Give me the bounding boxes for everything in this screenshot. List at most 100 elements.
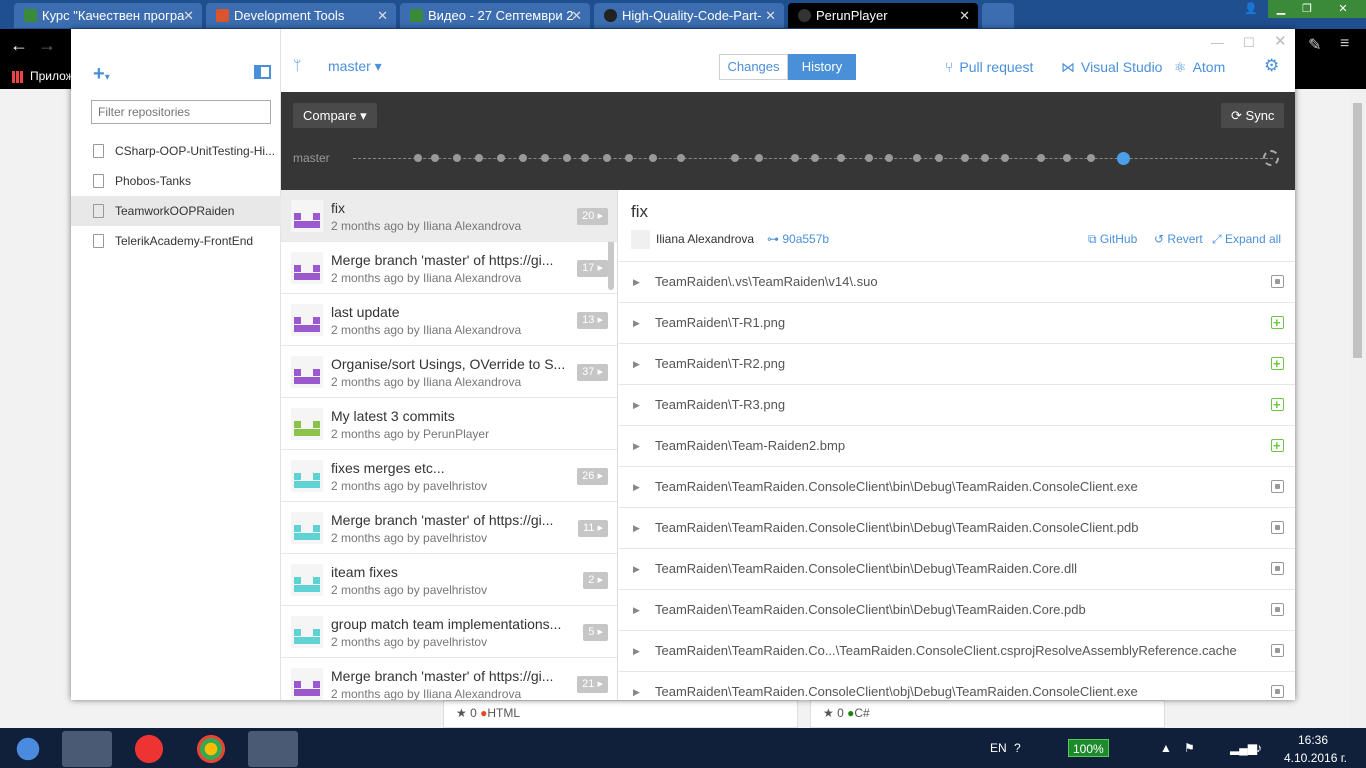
help-icon[interactable]: ?: [1014, 728, 1021, 768]
timeline-selected-commit[interactable]: [1117, 152, 1130, 165]
repo-item[interactable]: Phobos-Tanks: [71, 166, 281, 196]
github-desktop-icon[interactable]: [248, 731, 298, 767]
commit-file-count[interactable]: 37 ▸: [577, 364, 608, 381]
timeline-commit-dot[interactable]: [1063, 154, 1071, 162]
clock-date[interactable]: 4.10.2016 г.: [1284, 750, 1347, 766]
visual-studio-button[interactable]: ⋈ Visual Studio: [1061, 59, 1162, 76]
close-icon[interactable]: ✕: [377, 3, 388, 28]
start-button[interactable]: [2, 731, 54, 767]
file-explorer-icon[interactable]: [62, 731, 112, 767]
user-icon[interactable]: 👤: [1238, 0, 1264, 18]
timeline-commit-dot[interactable]: [475, 154, 483, 162]
minimize-button[interactable]: ▁: [1268, 0, 1294, 18]
pull-request-button[interactable]: ⑂ Pull request: [945, 59, 1033, 75]
expand-arrow-icon[interactable]: ▶: [633, 426, 640, 466]
commit-row[interactable]: Merge branch 'master' of https://gi... 2 …: [281, 502, 617, 554]
view-on-github-button[interactable]: ⧉ GitHub: [1088, 232, 1137, 247]
commit-file-count[interactable]: 5 ▸: [583, 624, 608, 641]
window-minimize-icon[interactable]: —: [1211, 35, 1224, 50]
expand-arrow-icon[interactable]: ▶: [633, 508, 640, 548]
bookmark-apps-label[interactable]: Прилож: [30, 69, 74, 83]
pen-icon[interactable]: ✎: [1308, 35, 1321, 55]
expand-arrow-icon[interactable]: ▶: [633, 385, 640, 425]
commit-row[interactable]: group match team implementations... 2 mon…: [281, 606, 617, 658]
timeline-commit-dot[interactable]: [1087, 154, 1095, 162]
page-scrollbar[interactable]: [1349, 89, 1366, 729]
window-maximize-icon[interactable]: ☐: [1243, 35, 1255, 51]
timeline-commit-dot[interactable]: [791, 154, 799, 162]
commit-row[interactable]: My latest 3 commits 2 months ago by Perun…: [281, 398, 617, 450]
commit-file-count[interactable]: 2 ▸: [583, 572, 608, 589]
timeline-commit-dot[interactable]: [453, 154, 461, 162]
changed-file-row[interactable]: ▶ TeamRaiden\T-R3.png: [619, 384, 1295, 425]
changed-file-row[interactable]: ▶ TeamRaiden\TeamRaiden.Co...\TeamRaiden.…: [619, 630, 1295, 671]
timeline-commit-dot[interactable]: [541, 154, 549, 162]
forward-icon[interactable]: →: [38, 35, 56, 56]
compare-button[interactable]: Compare ▾: [293, 103, 377, 128]
timeline-commit-dot[interactable]: [1001, 154, 1009, 162]
expand-arrow-icon[interactable]: ▶: [633, 344, 640, 384]
language-indicator[interactable]: EN: [990, 728, 1007, 768]
revert-button[interactable]: ↺ Revert: [1154, 232, 1203, 246]
timeline-commit-dot[interactable]: [1037, 154, 1045, 162]
timeline-commit-dot[interactable]: [935, 154, 943, 162]
expand-arrow-icon[interactable]: ▶: [633, 262, 640, 302]
repo-item-selected[interactable]: TeamworkOOPRaiden: [71, 196, 281, 226]
timeline-commit-dot[interactable]: [961, 154, 969, 162]
expand-arrow-icon[interactable]: ▶: [633, 303, 640, 343]
expand-arrow-icon[interactable]: ▶: [633, 467, 640, 507]
tab-changes[interactable]: Changes: [719, 54, 788, 80]
timeline-commit-dot[interactable]: [625, 154, 633, 162]
expand-arrow-icon[interactable]: ▶: [633, 549, 640, 589]
commit-file-count[interactable]: 21 ▸: [577, 676, 608, 693]
changed-file-row[interactable]: ▶ TeamRaiden\.vs\TeamRaiden\v14\.suo: [619, 261, 1295, 302]
atom-button[interactable]: ⚛ Atom: [1174, 59, 1225, 76]
timeline-uncommitted-node[interactable]: [1263, 150, 1279, 166]
commit-row[interactable]: fix 2 months ago by Iliana Alexandrova 20 …: [281, 190, 617, 242]
toggle-sidebar-icon[interactable]: [254, 65, 271, 79]
commit-row[interactable]: Merge branch 'master' of https://gi... 2 …: [281, 658, 617, 700]
changed-file-row[interactable]: ▶ TeamRaiden\TeamRaiden.ConsoleClient\obj…: [619, 671, 1295, 700]
expand-arrow-icon[interactable]: ▶: [633, 631, 640, 671]
changed-file-row[interactable]: ▶ TeamRaiden\TeamRaiden.ConsoleClient\bin…: [619, 589, 1295, 630]
scrollbar-thumb[interactable]: [1353, 103, 1362, 358]
timeline-commit-dot[interactable]: [981, 154, 989, 162]
changed-file-row[interactable]: ▶ TeamRaiden\TeamRaiden.ConsoleClient\bin…: [619, 548, 1295, 589]
tray-expand-icon[interactable]: ▲: [1160, 728, 1172, 768]
expand-arrow-icon[interactable]: ▶: [633, 672, 640, 700]
browser-tab[interactable]: Видео - 27 Септември 2 ✕: [400, 3, 590, 28]
commit-row[interactable]: Merge branch 'master' of https://gi... 2 …: [281, 242, 617, 294]
changed-file-row[interactable]: ▶ TeamRaiden\T-R2.png: [619, 343, 1295, 384]
tab-history[interactable]: History: [788, 54, 856, 80]
commit-row[interactable]: iteam fixes 2 months ago by pavelhristov 2…: [281, 554, 617, 606]
close-icon[interactable]: ✕: [959, 3, 970, 28]
close-icon[interactable]: ✕: [183, 3, 194, 28]
timeline-commit-dot[interactable]: [497, 154, 505, 162]
timeline-commit-dot[interactable]: [811, 154, 819, 162]
apps-icon[interactable]: [12, 71, 24, 83]
commit-row[interactable]: Organise/sort Usings, OVerride to S... 2 …: [281, 346, 617, 398]
changed-file-row[interactable]: ▶ TeamRaiden\TeamRaiden.ConsoleClient\bin…: [619, 466, 1295, 507]
commit-row[interactable]: last update 2 months ago by Iliana Alexan…: [281, 294, 617, 346]
timeline-commit-dot[interactable]: [913, 154, 921, 162]
commit-file-count[interactable]: 20 ▸: [577, 208, 608, 225]
maximize-button[interactable]: ❐: [1294, 0, 1320, 18]
expand-arrow-icon[interactable]: ▶: [633, 590, 640, 630]
timeline-commit-dot[interactable]: [677, 154, 685, 162]
timeline-commit-dot[interactable]: [563, 154, 571, 162]
commit-file-count[interactable]: 26 ▸: [577, 468, 608, 485]
timeline-commit-dot[interactable]: [837, 154, 845, 162]
back-icon[interactable]: ←: [10, 35, 28, 56]
commit-sha[interactable]: ⊶ 90a557b: [767, 232, 829, 246]
add-repository-icon[interactable]: +▾: [93, 63, 110, 86]
timeline-commit-dot[interactable]: [731, 154, 739, 162]
browser-tab[interactable]: Development Tools ✕: [206, 3, 396, 28]
close-icon[interactable]: ✕: [765, 3, 776, 28]
app-icon[interactable]: [124, 731, 174, 767]
timeline-commit-dot[interactable]: [649, 154, 657, 162]
commit-row[interactable]: fixes merges etc... 2 months ago by pavel…: [281, 450, 617, 502]
timeline-commit-dot[interactable]: [865, 154, 873, 162]
changed-file-row[interactable]: ▶ TeamRaiden\Team-Raiden2.bmp: [619, 425, 1295, 466]
settings-gear-icon[interactable]: ⚙: [1264, 56, 1279, 76]
timeline-commit-dot[interactable]: [603, 154, 611, 162]
